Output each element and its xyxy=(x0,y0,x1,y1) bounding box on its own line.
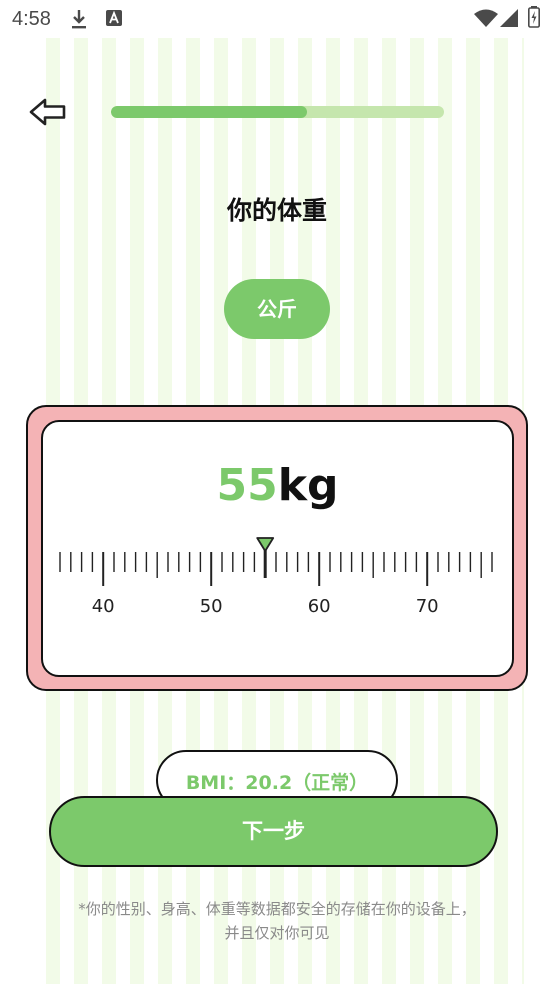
weight-value: 55 xyxy=(216,460,278,511)
a-badge-icon xyxy=(106,10,122,31)
next-step-button[interactable]: 下一步 xyxy=(49,796,498,867)
page-title: 你的体重 xyxy=(226,196,327,225)
weight-unit: kg xyxy=(277,460,339,511)
ruler-pointer-icon xyxy=(256,537,275,552)
status-bar: 4:58 xyxy=(0,0,554,38)
privacy-note-line-1: *你的性别、身高、体重等数据都安全的存储在你的设备上， xyxy=(78,900,476,918)
ruler-tick-label: 70 xyxy=(416,596,439,617)
unit-toggle-button[interactable]: 公斤 xyxy=(224,279,330,339)
weight-ruler-slider[interactable]: 40 50 60 70 xyxy=(41,530,514,630)
privacy-note-line-2: 并且仅对你可见 xyxy=(224,924,330,942)
ruler-tick-label: 50 xyxy=(200,596,223,617)
progress-bar xyxy=(111,106,444,118)
ruler-tick-label: 40 xyxy=(92,596,115,617)
back-arrow-icon xyxy=(29,98,66,126)
signal-icon xyxy=(500,9,518,32)
status-time: 4:58 xyxy=(12,8,51,30)
download-icon xyxy=(70,8,88,35)
wifi-icon xyxy=(474,9,498,32)
weight-readout: 55kg xyxy=(41,460,514,511)
privacy-note: *你的性别、身高、体重等数据都安全的存储在你的设备上， 并且仅对你可见 xyxy=(30,897,524,945)
back-button[interactable] xyxy=(28,94,68,130)
battery-charging-icon xyxy=(528,6,540,33)
progress-fill xyxy=(111,106,308,118)
ruler-tick-label: 60 xyxy=(308,596,331,617)
